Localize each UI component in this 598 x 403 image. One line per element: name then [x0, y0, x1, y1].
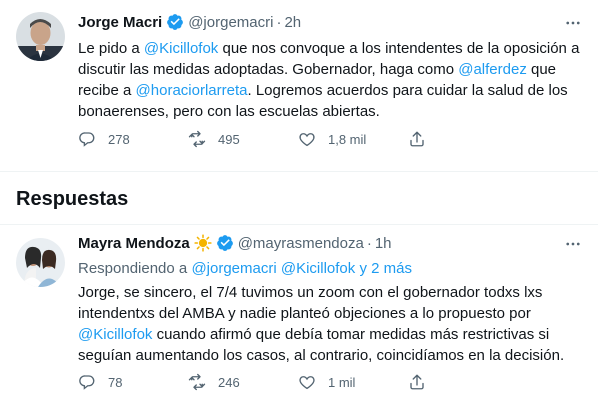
author-handle[interactable]: @mayrasmendoza	[238, 235, 364, 252]
retweet-icon	[188, 130, 206, 148]
mention-link[interactable]: @Kicillofok	[78, 326, 152, 343]
responses-heading: Respuestas	[16, 188, 129, 210]
author-name[interactable]: Mayra Mendoza	[78, 235, 190, 252]
main-tweet-text: Le pido a @Kicillofok que nos convoque a…	[78, 38, 586, 122]
reply-icon	[79, 375, 95, 390]
main-tweet-actions: 278 495 1,8 mil	[78, 128, 518, 150]
replying-mention-1[interactable]: @jorgemacri	[191, 260, 276, 277]
share-icon	[410, 374, 424, 390]
reply-icon	[79, 132, 95, 147]
author-handle[interactable]: @jorgemacri	[188, 14, 273, 31]
retweet-button[interactable]: 495	[188, 130, 298, 148]
avatar-mayra-mendoza[interactable]	[16, 238, 65, 287]
like-button[interactable]: 1 mil	[298, 373, 408, 391]
mention-link[interactable]: @horaciorlarreta	[136, 82, 248, 99]
avatar-jorge-macri[interactable]	[16, 12, 65, 61]
like-count: 1,8 mil	[328, 131, 367, 147]
tweet-text-segment: Jorge, se sincero, el 7/4 tuvimos un zoo…	[78, 284, 543, 322]
retweet-button[interactable]: 246	[188, 373, 298, 391]
share-button[interactable]	[408, 130, 518, 148]
like-button[interactable]: 1,8 mil	[298, 130, 408, 148]
reply-tweet-actions: 78 246 1 mil	[78, 371, 518, 393]
verified-badge-icon	[216, 234, 234, 252]
retweet-count: 246	[218, 374, 240, 390]
sun-emoji-icon	[194, 234, 212, 252]
tweet-text-segment: Le pido a	[78, 40, 144, 57]
heart-icon	[299, 133, 315, 147]
tweet-time[interactable]: 1h	[375, 235, 392, 252]
retweet-icon	[188, 373, 206, 391]
like-count: 1 mil	[328, 374, 356, 390]
header-separator: ·	[366, 234, 372, 252]
reply-button[interactable]: 78	[78, 373, 188, 391]
replying-more-link[interactable]: y 2 más	[359, 260, 412, 277]
share-icon	[410, 131, 424, 147]
replying-prefix: Respondiendo a	[78, 260, 192, 277]
author-name[interactable]: Jorge Macri	[78, 14, 162, 31]
reply-count: 78	[108, 374, 123, 390]
reply-count: 278	[108, 131, 130, 147]
reply-tweet-text: Jorge, se sincero, el 7/4 tuvimos un zoo…	[78, 282, 586, 366]
heart-icon	[299, 376, 315, 390]
replying-to: Respondiendo a @jorgemacri @Kicillofok y…	[78, 260, 412, 277]
more-icon[interactable]	[562, 12, 584, 34]
main-tweet-header: Jorge Macri @jorgemacri · 2h	[78, 12, 301, 32]
mention-link[interactable]: @alferdez	[458, 61, 527, 78]
header-separator: ·	[276, 13, 282, 31]
replying-mention-2[interactable]: @Kicillofok	[281, 260, 355, 277]
mention-link[interactable]: @Kicillofok	[144, 40, 218, 57]
tweet-time[interactable]: 2h	[284, 14, 301, 31]
retweet-count: 495	[218, 131, 240, 147]
verified-badge-icon	[166, 13, 184, 31]
reply-button[interactable]: 278	[78, 130, 188, 148]
more-icon[interactable]	[562, 233, 584, 255]
reply-tweet-header: Mayra Mendoza @mayrasmendoza · 1h	[78, 233, 392, 253]
share-button[interactable]	[408, 373, 518, 391]
